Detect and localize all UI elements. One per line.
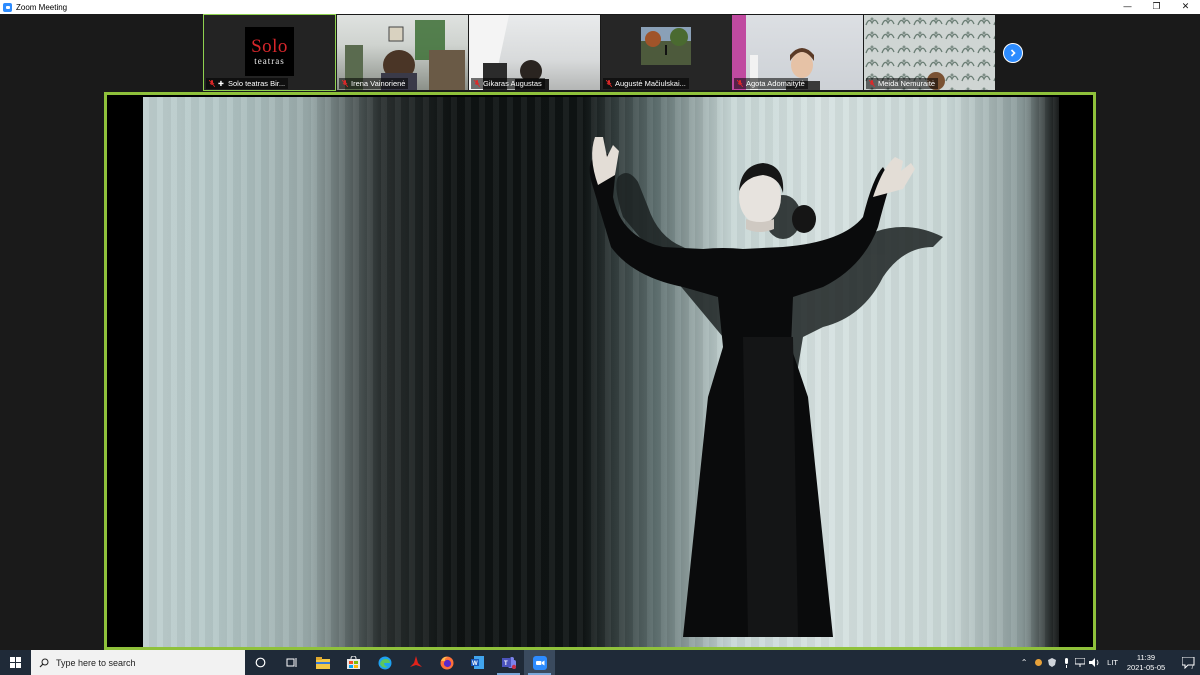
- active-speaker-video[interactable]: [104, 92, 1096, 650]
- participant-name-label: Gikaras Augustas: [471, 78, 545, 89]
- shield-icon[interactable]: [1045, 650, 1059, 675]
- start-button[interactable]: [0, 650, 31, 675]
- store-icon: [347, 656, 360, 669]
- microphone-icon[interactable]: [1059, 650, 1073, 675]
- performer-figure: [589, 137, 943, 637]
- participant-tile[interactable]: Meida Nemuraitė: [864, 15, 995, 90]
- participant-name: Gikaras Augustas: [483, 79, 542, 88]
- windows-taskbar: W T ⌃ LIT 11:39 2021-05-05: [0, 650, 1200, 675]
- participant-name-label: Agota Adomaitytė: [734, 78, 808, 89]
- muted-mic-icon: [869, 80, 875, 87]
- store-button[interactable]: [338, 650, 369, 675]
- zoom-app-icon: [3, 2, 12, 12]
- participant-tile[interactable]: Augustė Mačiulskai...: [601, 15, 732, 90]
- participant-name: Meida Nemuraitė: [878, 79, 936, 88]
- window-title: Zoom Meeting: [16, 2, 68, 12]
- participant-tile[interactable]: Solo teatras ✚ Solo teatras Bir...: [203, 14, 336, 91]
- firefox-button[interactable]: [431, 650, 462, 675]
- clock[interactable]: 11:39 2021-05-05: [1124, 653, 1168, 673]
- clock-date: 2021-05-05: [1126, 662, 1166, 672]
- pin-icon: ✚: [218, 81, 224, 88]
- muted-mic-icon: [209, 80, 215, 87]
- logo-subtext: teatras: [254, 55, 285, 66]
- participant-name-label: Irena Vainorienė: [339, 78, 409, 89]
- minimize-button[interactable]: —: [1113, 0, 1142, 14]
- meeting-area: Solo teatras ✚ Solo teatras Bir... Irena…: [0, 14, 1200, 650]
- muted-mic-icon: [342, 80, 348, 87]
- window-controls: — ❐ ✕: [1113, 0, 1200, 14]
- acrobat-button[interactable]: [400, 650, 431, 675]
- teams-icon: T: [501, 657, 516, 669]
- chevron-right-icon: [1010, 49, 1016, 57]
- logo-text: Solo: [251, 35, 288, 57]
- zoom-icon: [532, 655, 547, 670]
- participant-name-label: ✚ Solo teatras Bir...: [206, 78, 289, 89]
- solo-teatras-logo: Solo teatras: [245, 27, 294, 76]
- app-tray-icon[interactable]: [1031, 650, 1045, 675]
- network-icon[interactable]: [1073, 650, 1087, 675]
- word-icon: W: [471, 656, 484, 669]
- participant-name-label: Meida Nemuraitė: [866, 78, 939, 89]
- muted-mic-icon: [474, 80, 480, 87]
- participant-name-label: Augustė Mačiulskai...: [603, 78, 689, 89]
- next-page-button[interactable]: [1003, 43, 1023, 63]
- file-explorer-button[interactable]: [307, 650, 338, 675]
- muted-mic-icon: [606, 80, 612, 87]
- participant-name: Irena Vainorienė: [351, 79, 406, 88]
- zoom-button[interactable]: [524, 650, 555, 675]
- participant-tile[interactable]: Irena Vainorienė: [337, 15, 468, 90]
- participant-name: Agota Adomaitytė: [746, 79, 805, 88]
- participant-name: Augustė Mačiulskai...: [615, 79, 686, 88]
- muted-mic-icon: [737, 80, 743, 87]
- participant-tile[interactable]: Gikaras Augustas: [469, 15, 600, 90]
- word-button[interactable]: W: [462, 650, 493, 675]
- task-view-button[interactable]: [276, 650, 307, 675]
- stage-backdrop: [143, 97, 1059, 647]
- search-icon: [39, 658, 49, 667]
- task-view-icon: [286, 658, 296, 667]
- volume-icon[interactable]: [1087, 650, 1101, 675]
- notification-center-button[interactable]: 7: [1176, 650, 1200, 675]
- firefox-icon: [440, 656, 453, 669]
- windows-logo-icon: [10, 657, 21, 668]
- cortana-icon: [255, 657, 266, 668]
- participant-tile[interactable]: Agota Adomaitytė: [732, 15, 863, 90]
- teams-button[interactable]: T: [493, 650, 524, 675]
- clock-time: 11:39: [1136, 652, 1156, 662]
- edge-browser-icon: [378, 656, 391, 669]
- chevron-up-icon[interactable]: ⌃: [1017, 650, 1031, 675]
- search-input[interactable]: [56, 657, 236, 668]
- language-indicator[interactable]: LIT: [1107, 658, 1118, 667]
- window-titlebar: Zoom Meeting — ❐ ✕: [0, 0, 1200, 14]
- acrobat-icon: [409, 656, 422, 667]
- svg-text:W: W: [472, 661, 478, 667]
- edge-button[interactable]: [369, 650, 400, 675]
- folder-icon: [315, 656, 330, 669]
- close-button[interactable]: ✕: [1171, 0, 1200, 14]
- system-tray: ⌃ LIT 11:39 2021-05-05 7: [1017, 650, 1200, 675]
- restore-button[interactable]: ❐: [1142, 0, 1171, 14]
- taskbar-search[interactable]: [31, 650, 245, 675]
- svg-text:T: T: [504, 661, 508, 667]
- participant-name: Solo teatras Bir...: [228, 79, 286, 88]
- cortana-button[interactable]: [245, 650, 276, 675]
- notification-count: 7: [1190, 665, 1194, 671]
